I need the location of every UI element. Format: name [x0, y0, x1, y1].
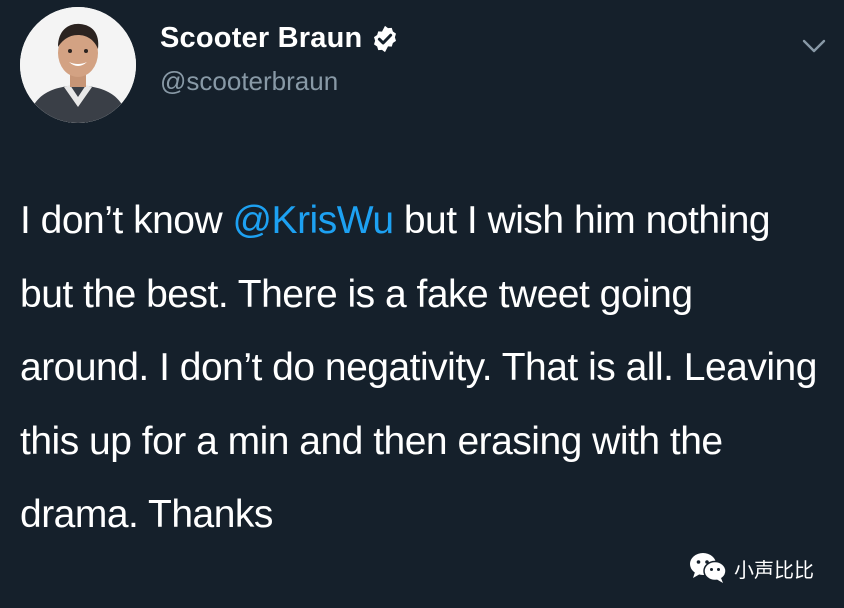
tweet-text: I don’t know @KrisWu but I wish him noth… [20, 184, 820, 552]
tweet-text-part-2: but I wish him nothing but the best. The… [20, 199, 817, 536]
author-name-row: Scooter Braun [160, 22, 400, 55]
wechat-icon [688, 550, 728, 586]
tweet-text-part-1: I don’t know [20, 199, 233, 242]
chevron-down-icon[interactable] [798, 34, 830, 58]
author-handle[interactable]: @scooterbraun [160, 66, 338, 97]
tweet-card: Scooter Braun @scooterbraun I don’t know… [0, 0, 844, 608]
mention-link[interactable]: @KrisWu [232, 199, 394, 242]
author-display-name[interactable]: Scooter Braun [160, 22, 362, 55]
profile-photo-icon [20, 7, 136, 123]
verified-badge-icon [370, 24, 400, 54]
avatar[interactable] [20, 7, 136, 123]
watermark: 小声比比 [688, 550, 814, 586]
watermark-text: 小声比比 [734, 557, 814, 582]
